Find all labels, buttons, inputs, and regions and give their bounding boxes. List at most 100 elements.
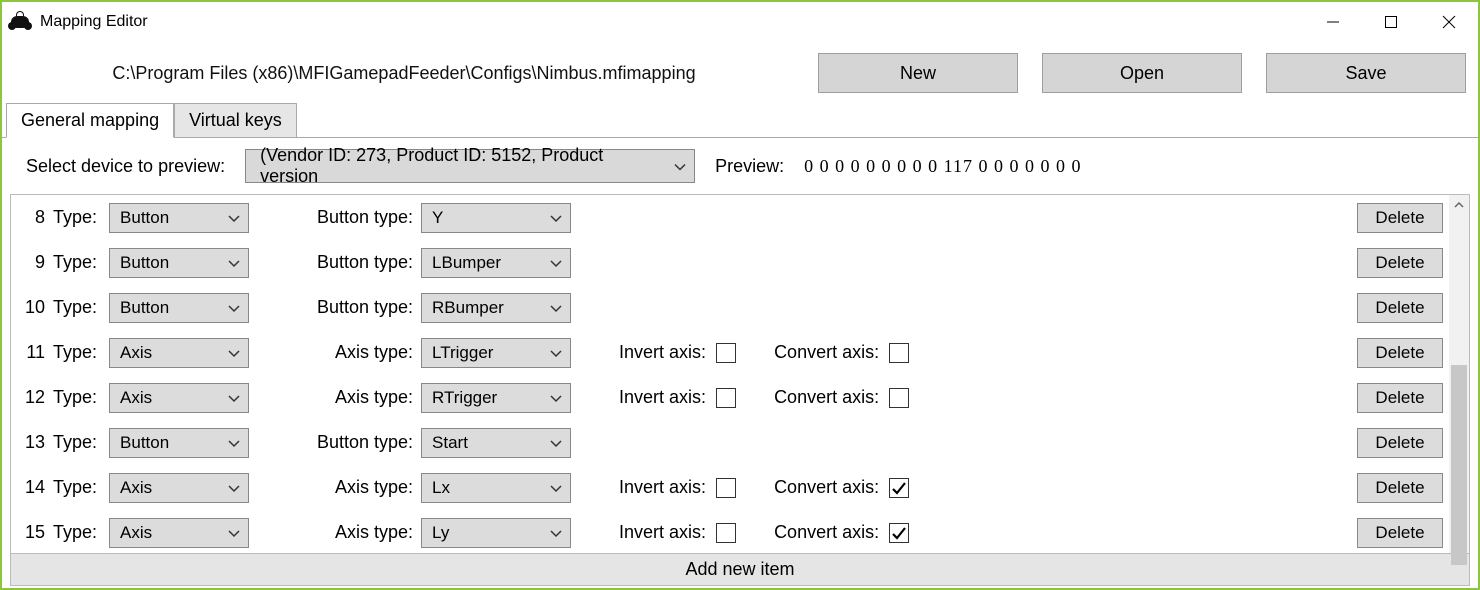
subtype-select[interactable]: RBumper (421, 293, 571, 323)
convert-axis-checkbox[interactable] (889, 478, 909, 498)
device-select[interactable]: (Vendor ID: 273, Product ID: 5152, Produ… (245, 149, 695, 183)
subtype-label: Button type: (305, 252, 413, 273)
chevron-down-icon (228, 298, 240, 318)
chevron-down-icon (550, 388, 562, 408)
subtype-select-value: Start (432, 433, 468, 453)
mapping-row: 8Type:ButtonButton type:YDelete (11, 195, 1449, 240)
delete-button[interactable]: Delete (1357, 293, 1443, 323)
mapping-row: 15 Type: Axis Axis type: Ly Invert axis: Conve… (11, 510, 1449, 553)
subtype-label: Axis type: (305, 522, 413, 543)
subtype-select-value: RTrigger (432, 388, 497, 408)
chevron-down-icon (550, 478, 562, 498)
save-button[interactable]: Save (1266, 53, 1466, 93)
delete-button[interactable]: Delete (1357, 248, 1443, 278)
device-select-label: Select device to preview: (26, 156, 225, 177)
type-select[interactable]: Button (109, 428, 249, 458)
type-label: Type: (53, 207, 97, 228)
invert-axis-checkbox[interactable] (716, 343, 736, 363)
scroll-track[interactable] (1449, 215, 1469, 533)
subtype-select-value: LBumper (432, 253, 501, 273)
subtype-label: Axis type: (305, 387, 413, 408)
delete-button[interactable]: Delete (1357, 518, 1443, 548)
chevron-down-icon (228, 388, 240, 408)
chevron-down-icon (228, 343, 240, 363)
type-select-value: Axis (120, 478, 152, 498)
subtype-select-value: LTrigger (432, 343, 493, 363)
scroll-up-icon[interactable] (1449, 195, 1469, 215)
chevron-down-icon (228, 208, 240, 228)
subtype-select[interactable]: Lx (421, 473, 571, 503)
subtype-select-value: Y (432, 208, 443, 228)
convert-axis-label: Convert axis: (774, 342, 879, 363)
delete-button[interactable]: Delete (1357, 338, 1443, 368)
subtype-select[interactable]: Y (421, 203, 571, 233)
row-index: 15 (17, 522, 45, 543)
type-select[interactable]: Button (109, 248, 249, 278)
maximize-button[interactable] (1362, 3, 1420, 41)
chevron-down-icon (550, 433, 562, 453)
subtype-label: Axis type: (305, 477, 413, 498)
type-label: Type: (53, 387, 97, 408)
type-select[interactable]: Axis (109, 473, 249, 503)
invert-axis-checkbox[interactable] (716, 388, 736, 408)
type-label: Type: (53, 522, 97, 543)
type-select[interactable]: Axis (109, 338, 249, 368)
mapping-row: 9 Type: Button Button type: LBumper Delete (11, 240, 1449, 285)
subtype-select[interactable]: Ly (421, 518, 571, 548)
close-button[interactable] (1420, 3, 1478, 41)
subtype-select[interactable]: LTrigger (421, 338, 571, 368)
type-select[interactable]: Axis (109, 383, 249, 413)
subtype-select-value: Lx (432, 478, 450, 498)
minimize-button[interactable] (1304, 3, 1362, 41)
subtype-select-value: Ly (432, 523, 449, 543)
chevron-down-icon (228, 523, 240, 543)
chevron-down-icon (550, 253, 562, 273)
title-bar: Mapping Editor (2, 2, 1478, 42)
delete-button[interactable]: Delete (1357, 383, 1443, 413)
invert-axis-checkbox[interactable] (716, 478, 736, 498)
mapping-row: 13Type:ButtonButton type:StartDelete (11, 420, 1449, 465)
chevron-down-icon (550, 298, 562, 318)
subtype-select[interactable]: LBumper (421, 248, 571, 278)
convert-axis-checkbox[interactable] (889, 523, 909, 543)
invert-axis-label: Invert axis: (619, 522, 706, 543)
scroll-thumb[interactable] (1451, 365, 1467, 565)
type-select[interactable]: Button (109, 203, 249, 233)
convert-axis-label: Convert axis: (774, 522, 879, 543)
chevron-down-icon (674, 156, 686, 177)
subtype-label: Axis type: (305, 342, 413, 363)
type-select-value: Axis (120, 388, 152, 408)
subtype-select[interactable]: Start (421, 428, 571, 458)
chevron-down-icon (228, 433, 240, 453)
row-index: 9 (17, 252, 45, 273)
row-index: 12 (17, 387, 45, 408)
row-index: 8 (17, 207, 45, 228)
open-button[interactable]: Open (1042, 53, 1242, 93)
type-label: Type: (53, 342, 97, 363)
delete-button[interactable]: Delete (1357, 203, 1443, 233)
delete-button[interactable]: Delete (1357, 428, 1443, 458)
delete-button[interactable]: Delete (1357, 473, 1443, 503)
type-select-value: Axis (120, 523, 152, 543)
row-index: 14 (17, 477, 45, 498)
mapping-row: 12 Type: Axis Axis type: RTrigger Invert axis… (11, 375, 1449, 420)
tab-virtual-keys[interactable]: Virtual keys (174, 103, 297, 138)
convert-axis-checkbox[interactable] (889, 388, 909, 408)
subtype-select[interactable]: RTrigger (421, 383, 571, 413)
type-select[interactable]: Button (109, 293, 249, 323)
invert-axis-label: Invert axis: (619, 342, 706, 363)
tab-general-mapping[interactable]: General mapping (6, 103, 174, 138)
invert-axis-label: Invert axis: (619, 387, 706, 408)
scrollbar[interactable] (1449, 195, 1469, 553)
type-select-value: Button (120, 253, 169, 273)
invert-axis-checkbox[interactable] (716, 523, 736, 543)
convert-axis-checkbox[interactable] (889, 343, 909, 363)
row-index: 11 (17, 342, 45, 363)
new-button[interactable]: New (818, 53, 1018, 93)
type-select[interactable]: Axis (109, 518, 249, 548)
device-select-value: (Vendor ID: 273, Product ID: 5152, Produ… (260, 145, 664, 187)
type-label: Type: (53, 252, 97, 273)
add-new-item-button[interactable]: Add new item (10, 554, 1470, 586)
convert-axis-label: Convert axis: (774, 387, 879, 408)
chevron-down-icon (550, 523, 562, 543)
